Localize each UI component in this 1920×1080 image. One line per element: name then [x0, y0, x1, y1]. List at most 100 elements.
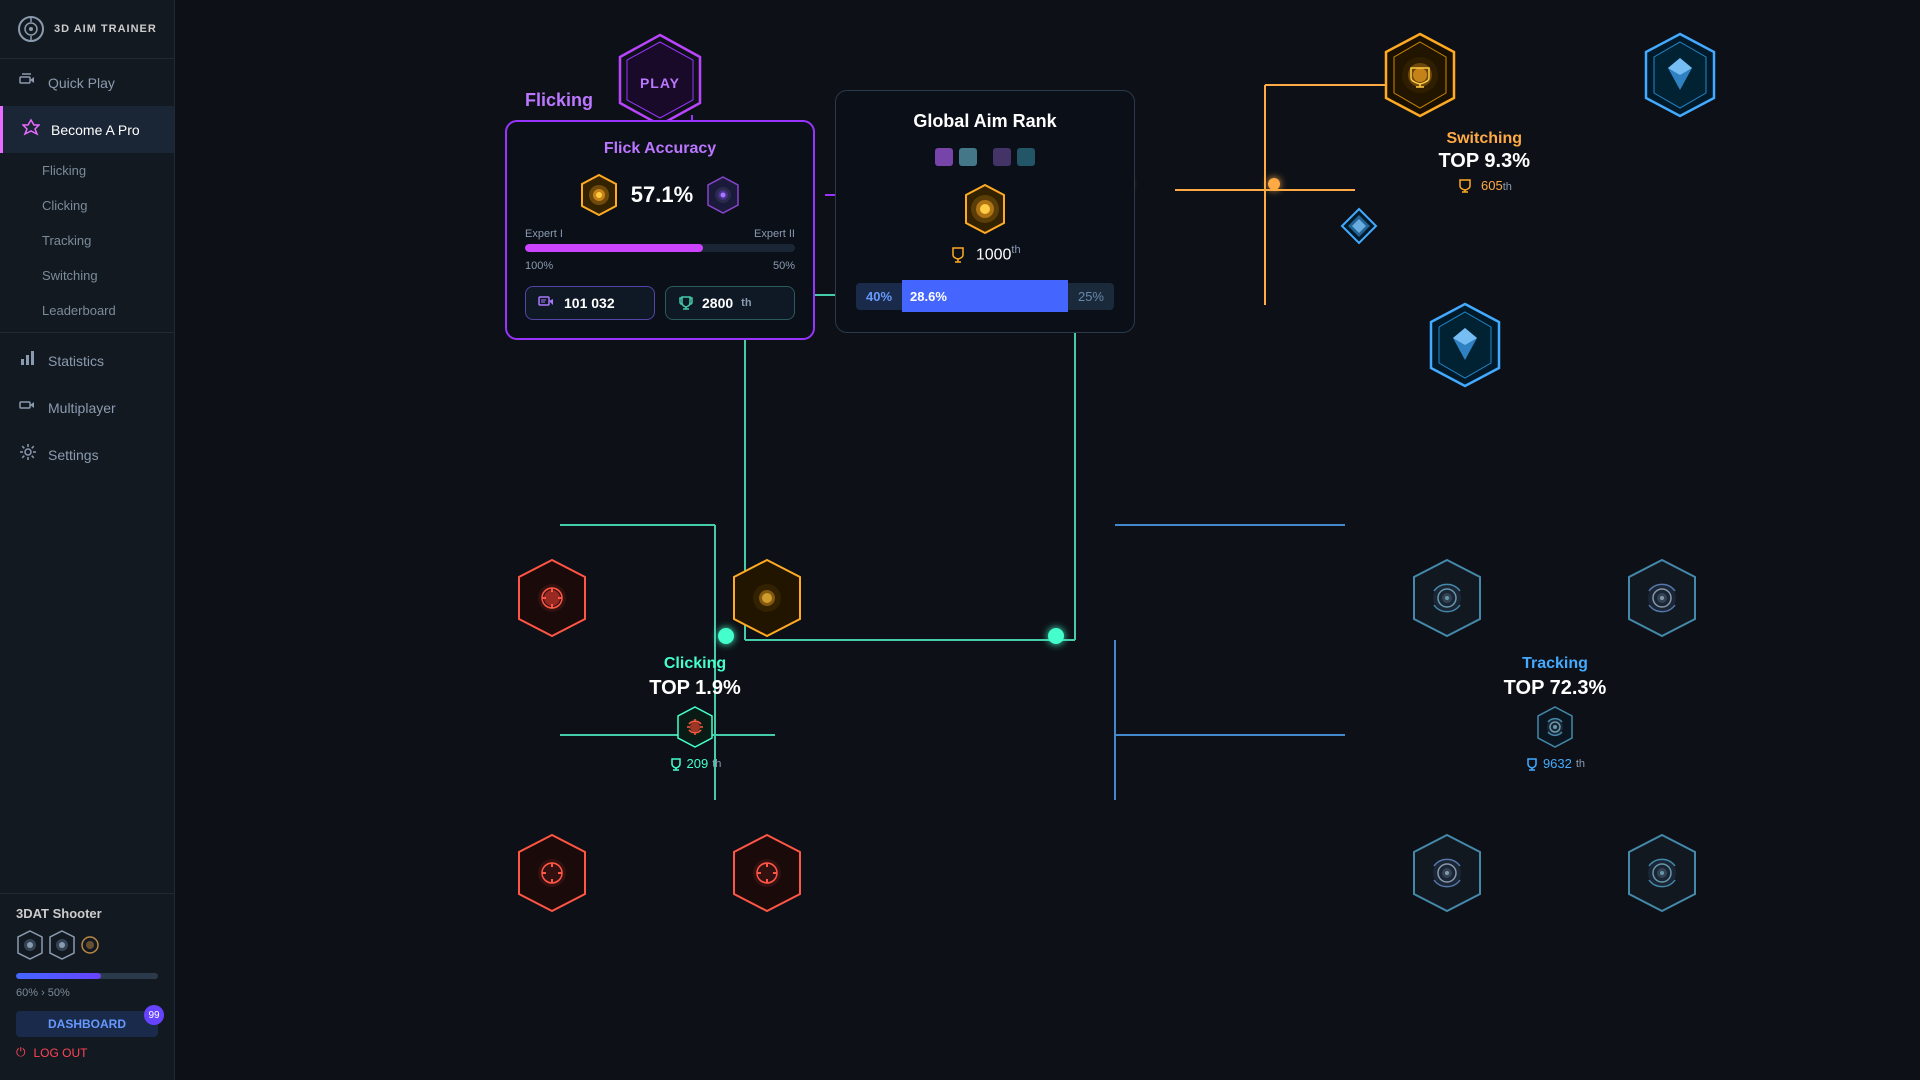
tracking-bottom-node-2[interactable]	[1625, 831, 1700, 920]
clicking-bottom-nodes	[515, 831, 805, 920]
tracking-top-pct: TOP 72.3%	[1410, 677, 1700, 700]
tracking-bottom-nodes	[1410, 831, 1700, 920]
tracking-rank-suffix: th	[1576, 758, 1585, 770]
tracking-section: Tracking TOP 72.3% 9632	[1410, 556, 1700, 920]
switching-trophy-icon	[1457, 178, 1473, 194]
profile-name: 3DAT Shooter	[16, 906, 158, 921]
rank-medal	[856, 182, 1114, 236]
tracking-label: Tracking	[42, 233, 91, 248]
quickplay-icon	[18, 71, 38, 94]
rank-pct-left: 40%	[856, 283, 902, 310]
trophy-icon-2	[949, 246, 967, 264]
global-rank-card: Global Aim Rank 1000th 40%	[835, 90, 1135, 333]
tracking-rank-row: 9632 th	[1410, 756, 1700, 771]
profile-section: 3DAT Shooter	[16, 906, 158, 1037]
tracking-node-1[interactable]	[1410, 556, 1485, 645]
switching-node-right[interactable]	[1640, 30, 1720, 120]
rank-icon-teal-1	[959, 148, 977, 166]
flick-rank-icon	[579, 172, 619, 218]
sidebar-item-flicking[interactable]: Flicking	[0, 153, 174, 188]
play-button-label[interactable]: PLAY	[640, 75, 680, 91]
logo-icon	[16, 14, 46, 44]
flick-progress-fill	[525, 244, 703, 252]
score-icon	[538, 296, 556, 310]
rank-icon-purple-1	[935, 148, 953, 166]
switching-top-nodes: Switching TOP 9.3% 605th	[1380, 30, 1720, 120]
sidebar-item-become-pro[interactable]: Become A Pro	[0, 106, 174, 153]
switching-label-section: Switching TOP 9.3% 605th	[1438, 130, 1530, 195]
card-rank-row: 57.1%	[525, 172, 795, 218]
rank-position: 1000th	[856, 244, 1114, 264]
clicking-trophy-icon	[669, 757, 683, 771]
sidebar: 3D AIM TRAINER Quick Play Become A Pro F…	[0, 0, 175, 1080]
clicking-node-1[interactable]	[515, 556, 590, 645]
clicking-nodes-row	[515, 556, 805, 645]
sidebar-item-tracking[interactable]: Tracking	[0, 223, 174, 258]
flicking-label-text: Flicking	[525, 90, 593, 110]
multiplayer-label: Multiplayer	[48, 400, 116, 416]
sidebar-item-quickplay[interactable]: Quick Play	[0, 59, 174, 106]
sidebar-item-switching[interactable]: Switching	[0, 258, 174, 293]
sidebar-logo: 3D AIM TRAINER	[0, 0, 174, 59]
dashboard-button[interactable]: DASHBOARD	[16, 1011, 158, 1037]
switching-rank-suffix: th	[1503, 181, 1512, 193]
quickplay-label: Quick Play	[48, 75, 115, 91]
switching-section: Switching TOP 9.3% 605th	[1380, 30, 1720, 128]
clicking-node-2[interactable]	[730, 556, 805, 645]
profile-rank-icon-1	[16, 929, 44, 961]
main-content: PLAY Flicking Flick Accuracy 57.1%	[175, 0, 1920, 1080]
clicking-small-hex	[585, 704, 805, 750]
statistics-label: Statistics	[48, 353, 104, 369]
progress-pct-from: 100%	[525, 260, 553, 272]
clicking-section: Clicking TOP 1.9%	[515, 556, 805, 920]
global-rank-title: Global Aim Rank	[856, 111, 1114, 132]
clicking-rank-row: 209th	[585, 756, 805, 771]
clicking-rank-suffix: th	[712, 758, 721, 770]
clicking-bottom-node-2[interactable]	[730, 831, 805, 920]
logout-button[interactable]: ⏻ LOG OUT	[16, 1037, 158, 1068]
tracking-small-hex	[1410, 704, 1700, 750]
profile-rank-icon-3	[80, 935, 100, 955]
flick-accuracy-title: Flick Accuracy	[525, 140, 795, 158]
sidebar-item-statistics[interactable]: Statistics	[0, 337, 174, 384]
global-rank-icons	[856, 148, 1114, 166]
card-stats-row: 101 032 2800 th	[525, 286, 795, 320]
flick-rank-icon-2	[705, 174, 741, 216]
multiplayer-icon	[18, 396, 38, 419]
tracking-label-text: Tracking	[1410, 655, 1700, 673]
sidebar-item-multiplayer[interactable]: Multiplayer	[0, 384, 174, 431]
switching-label: Switching	[42, 268, 98, 283]
switching-rank-value: 605th	[1481, 178, 1512, 193]
switching-bottom-hex[interactable]	[1425, 300, 1505, 395]
profile-rank-icon-2	[48, 929, 76, 961]
sidebar-item-leaderboard[interactable]: Leaderboard	[0, 293, 174, 328]
flick-accuracy-pct: 57.1%	[631, 182, 693, 208]
tracking-rank-num: 9632	[1543, 756, 1572, 771]
connection-dot-bottom-right	[1048, 628, 1064, 644]
clicking-label: Clicking	[42, 198, 88, 213]
settings-label: Settings	[48, 447, 99, 463]
tracking-bottom-node-1[interactable]	[1410, 831, 1485, 920]
sidebar-item-clicking[interactable]: Clicking	[0, 188, 174, 223]
progress-pct-row: 100% 50%	[525, 260, 795, 272]
clicking-bottom-node-1[interactable]	[515, 831, 590, 920]
clicking-top-pct: TOP 1.9%	[585, 677, 805, 700]
tracking-node-2[interactable]	[1625, 556, 1700, 645]
switching-rank-num: 605	[1481, 178, 1503, 193]
sidebar-bottom: 3DAT Shooter	[0, 893, 174, 1080]
logout-icon: ⏻	[16, 1045, 26, 1060]
rank-bar-row: 40% 28.6% 25%	[856, 280, 1114, 312]
level-to: Expert II	[754, 228, 795, 240]
tracking-trophy-icon	[1525, 757, 1539, 771]
profile-icons	[16, 929, 158, 961]
card-stat-score: 101 032	[525, 286, 655, 320]
flick-progress-bar	[525, 244, 795, 252]
rank-icon-purple-2	[993, 148, 1011, 166]
tracking-label-section: Tracking TOP 72.3% 9632	[1410, 655, 1700, 771]
rank-icon-teal-2	[1017, 148, 1035, 166]
switching-node-left[interactable]	[1380, 30, 1460, 120]
sidebar-item-settings[interactable]: Settings	[0, 431, 174, 478]
switching-mid-diamond[interactable]	[1338, 205, 1380, 252]
clicking-label-text: Clicking	[585, 655, 805, 673]
rank-pct-mid: 28.6%	[910, 289, 947, 304]
